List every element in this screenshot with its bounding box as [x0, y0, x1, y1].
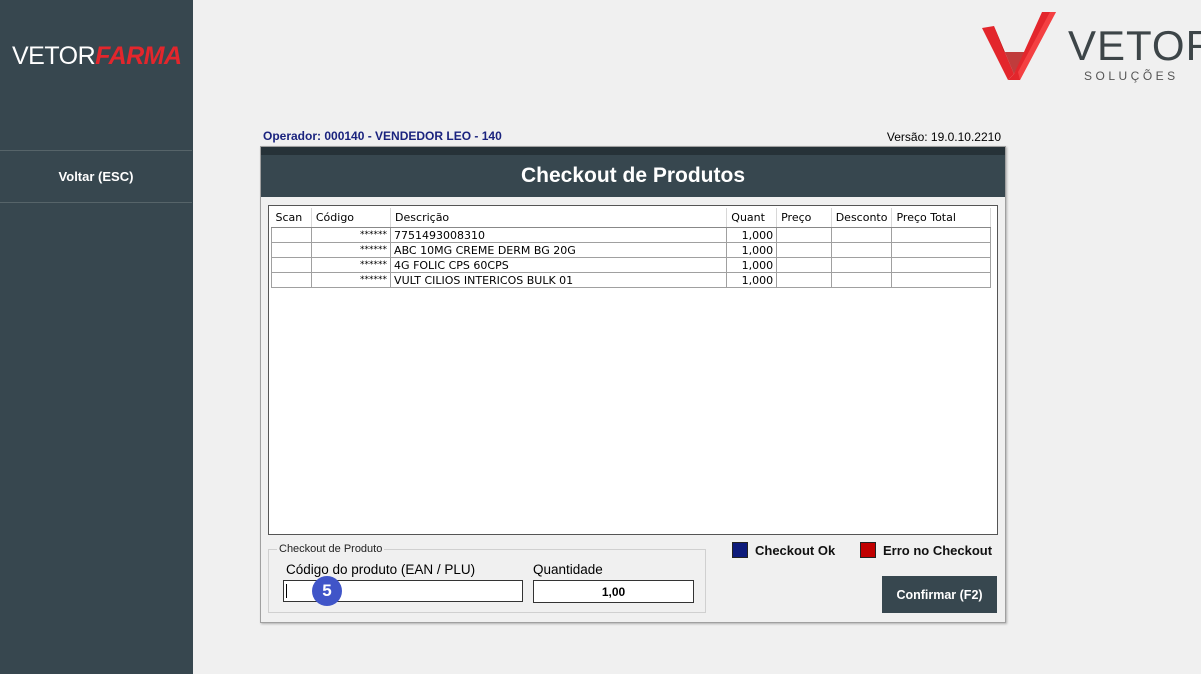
logo-tagline: SOLUÇÕES — [1084, 69, 1179, 83]
cell-preco — [776, 242, 832, 258]
products-table: Scan Código Descrição Quant Preço Descon… — [271, 208, 991, 288]
vetor-check-mark-icon — [982, 12, 1056, 80]
column-header-preco-total[interactable]: Preço Total — [891, 208, 991, 228]
cell-quant: 1,000 — [726, 272, 778, 288]
column-header-desconto[interactable]: Desconto — [831, 208, 893, 228]
cell-descricao: VULT CILIOS INTERICOS BULK 01 — [390, 272, 728, 288]
dialog-title: Checkout de Produtos — [261, 147, 1005, 197]
cell-preco-total — [891, 227, 991, 243]
column-header-scan[interactable]: Scan — [271, 208, 312, 228]
cell-desconto — [830, 257, 893, 273]
products-grid[interactable]: Scan Código Descrição Quant Preço Descon… — [268, 205, 998, 535]
cell-scan — [271, 272, 312, 288]
quantity-label: Quantidade — [533, 562, 603, 577]
cell-preco — [776, 257, 832, 273]
legend-error-swatch — [860, 542, 876, 558]
column-header-descricao[interactable]: Descrição — [390, 208, 728, 228]
text-cursor — [286, 584, 287, 598]
column-header-quant[interactable]: Quant — [726, 208, 778, 228]
cell-preco-total — [891, 257, 991, 273]
sidebar: VETORFARMA Voltar (ESC) — [0, 0, 193, 674]
table-row[interactable]: ****** ABC 10MG CREME DERM BG 20G 1,000 — [271, 242, 991, 258]
version-label: Versão: 19.0.10.2210 — [886, 130, 1001, 144]
legend-checkout-error: Erro no Checkout — [860, 542, 992, 558]
cell-descricao: ABC 10MG CREME DERM BG 20G — [390, 242, 728, 258]
step-badge: 5 — [312, 576, 342, 606]
group-title: Checkout de Produto — [277, 543, 385, 555]
cell-quant: 1,000 — [726, 257, 778, 273]
cell-desconto — [830, 272, 893, 288]
ean-label: Código do produto (EAN / PLU) — [286, 562, 476, 577]
brand-part-1: VETOR — [12, 42, 96, 70]
table-row[interactable]: ****** 7751493008310 1,000 — [271, 227, 991, 243]
cell-descricao: 4G FOLIC CPS 60CPS — [390, 257, 728, 273]
table-header-row: Scan Código Descrição Quant Preço Descon… — [271, 208, 991, 228]
cell-preco-total — [891, 272, 991, 288]
cell-preco-total — [891, 242, 991, 258]
table-row[interactable]: ****** 4G FOLIC CPS 60CPS 1,000 — [271, 257, 991, 273]
brand-part-2: FARMA — [95, 42, 182, 70]
legend-ok-label: Checkout Ok — [755, 542, 836, 558]
vetor-logo: VETOR SOLUÇÕES — [980, 12, 1201, 87]
cell-desconto — [830, 227, 893, 243]
brand-logo: VETORFARMA — [12, 42, 182, 71]
cell-quant: 1,000 — [726, 227, 778, 243]
quantity-input[interactable]: 1,00 — [533, 580, 694, 603]
cell-descricao: 7751493008310 — [390, 227, 728, 243]
back-button[interactable]: Voltar (ESC) — [0, 150, 192, 203]
operator-label: Operador: 000140 - VENDEDOR LEO - 140 — [263, 129, 502, 143]
column-header-codigo[interactable]: Código — [311, 208, 392, 228]
legend-ok-swatch — [732, 542, 748, 558]
cell-preco — [776, 272, 832, 288]
cell-desconto — [830, 242, 893, 258]
table-row[interactable]: ****** VULT CILIOS INTERICOS BULK 01 1,0… — [271, 272, 991, 288]
cell-codigo: ****** — [310, 227, 392, 243]
cell-preco — [776, 227, 832, 243]
cell-scan — [271, 227, 312, 243]
legend-checkout-ok: Checkout Ok — [732, 542, 835, 558]
cell-scan — [271, 257, 312, 273]
logo-wordmark: VETOR — [1068, 22, 1201, 69]
cell-codigo: ****** — [310, 257, 392, 273]
legend-error-label: Erro no Checkout — [883, 542, 993, 558]
checkout-dialog: Checkout de Produtos Scan Código Descriç… — [260, 146, 1006, 623]
cell-codigo: ****** — [310, 242, 392, 258]
column-header-preco[interactable]: Preço — [776, 208, 832, 228]
checkout-product-group: Checkout de Produto Código do produto (E… — [268, 543, 706, 613]
cell-codigo: ****** — [310, 272, 392, 288]
confirm-button[interactable]: Confirmar (F2) — [882, 576, 997, 613]
cell-scan — [271, 242, 312, 258]
cell-quant: 1,000 — [726, 242, 778, 258]
